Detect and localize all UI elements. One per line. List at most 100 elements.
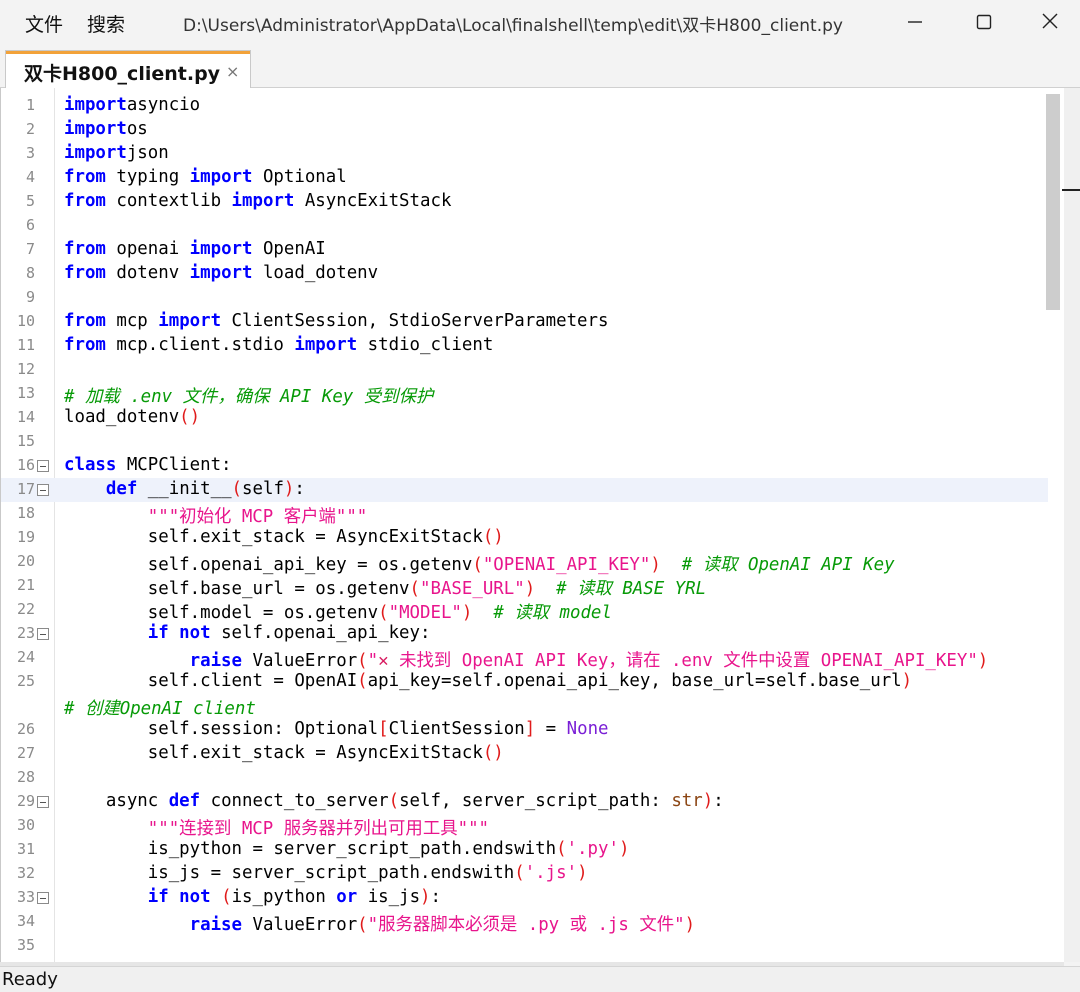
code-line[interactable]: 11 from mcp.client.stdio import stdio_cli… (1, 334, 1048, 358)
code-line[interactable]: 13 # 加载 .env 文件，确保 API Key 受到保护 (1, 382, 1048, 408)
code-line[interactable]: 26 self.session: Optional[ClientSession]… (1, 718, 1048, 742)
scroll-marker (1062, 189, 1080, 191)
code-line[interactable]: 10 from mcp import ClientSession, StdioSe… (1, 310, 1048, 334)
code-line[interactable]: 25 self.client = OpenAI(api_key=self.ope… (1, 670, 1048, 694)
code-text: # 加载 .env 文件，确保 API Key 受到保护 (64, 383, 433, 408)
vertical-scrollbar-thumb[interactable] (1046, 94, 1060, 310)
code-text: if not (is_python or is_js): (64, 887, 441, 907)
code-line[interactable]: 23 if not self.openai_api_key: (1, 622, 1048, 646)
code-line[interactable]: 21 self.base_url = os.getenv("BASE_URL")… (1, 574, 1048, 599)
code-line[interactable]: 30 """连接到 MCP 服务器并列出可用工具""" (1, 814, 1048, 840)
line-number: 6 (25, 216, 35, 234)
tab-file[interactable]: 双卡H800_client.py × (5, 50, 251, 90)
code-line[interactable]: 17 def __init__(self): (1, 478, 1048, 502)
code-token: ( (409, 579, 420, 599)
code-token: import (189, 167, 253, 187)
line-number: 3 (25, 144, 35, 162)
code-line[interactable]: 14 load_dotenv() (1, 406, 1048, 430)
code-token: ) (977, 651, 989, 671)
code-line[interactable]: 18 """初始化 MCP 客户端""" (1, 502, 1048, 527)
maximize-button[interactable] (967, 8, 1001, 36)
code-line[interactable]: 1 importasyncio (1, 94, 1048, 118)
fold-toggle-icon[interactable] (37, 628, 49, 640)
code-line[interactable]: 15 (1, 430, 1048, 454)
code-line[interactable]: 33 if not (is_python or is_js): (1, 886, 1048, 910)
code-token: is_js = server_script_path.endswith (64, 863, 515, 883)
line-number: 35 (16, 936, 35, 954)
code-token: self.openai_api_key = os.getenv (64, 555, 473, 575)
code-line[interactable]: 3 importjson (1, 142, 1048, 166)
code-line[interactable]: 29 async def connect_to_server(self, ser… (1, 790, 1048, 814)
code-line[interactable]: 34 raise ValueError("服务器脚本必须是 .py 或 .js … (1, 910, 1048, 935)
error-cross-icon: ✕ (378, 651, 389, 671)
code-line[interactable]: 12 (1, 358, 1048, 382)
code-token: # 读取 model (493, 603, 612, 623)
code-text: """连接到 MCP 服务器并列出可用工具""" (64, 815, 489, 840)
code-token: import (64, 95, 127, 115)
line-number: 5 (25, 192, 35, 210)
code-line[interactable]: 24 raise ValueError("✕ 未找到 OpenAI API Ke… (1, 646, 1048, 671)
code-line[interactable]: 7 from openai import OpenAI (1, 238, 1048, 262)
code-token: mcp.client.stdio (105, 335, 295, 355)
fold-toggle-icon[interactable] (37, 892, 49, 904)
line-number: 23 (16, 624, 35, 642)
code-line[interactable]: 16 class MCPClient: (1, 454, 1048, 478)
code-line[interactable]: 20 self.openai_api_key = os.getenv("OPEN… (1, 550, 1048, 575)
fold-toggle-icon[interactable] (37, 796, 49, 808)
minimize-button[interactable] (898, 8, 932, 36)
line-number: 7 (25, 240, 35, 258)
tab-close-icon[interactable]: × (226, 62, 239, 81)
code-token: ( (357, 651, 368, 671)
menu-file[interactable]: 文件 (25, 10, 63, 37)
code-text: importos (64, 119, 148, 139)
code-line[interactable]: 9 (1, 286, 1048, 310)
code-text: self.session: Optional[ClientSession] = … (64, 719, 609, 739)
code-token: ) (420, 887, 431, 907)
code-line[interactable]: 5 from contextlib import AsyncExitStack (1, 190, 1048, 214)
vertical-scrollbar[interactable] (1064, 88, 1080, 962)
code-token: [ (378, 719, 389, 739)
line-number: 13 (16, 384, 35, 402)
code-token: = (535, 719, 567, 739)
code-line[interactable]: 35 (1, 934, 1048, 958)
line-number: 24 (16, 648, 35, 666)
code-editor[interactable]: 1 importasyncio 2 importos 3 importjson 4 from … (0, 88, 1064, 962)
code-line[interactable]: 31 is_python = server_script_path.endswi… (1, 838, 1048, 862)
fold-toggle-icon[interactable] (37, 460, 49, 472)
code-text: from typing import Optional (64, 167, 347, 187)
code-line[interactable]: 22 self.model = os.getenv("MODEL") # 读取 … (1, 598, 1048, 623)
code-text: self.exit_stack = AsyncExitStack() (64, 743, 504, 763)
code-token: ( (472, 555, 483, 575)
code-token: ) (901, 671, 913, 691)
close-button[interactable] (1033, 8, 1067, 36)
code-line[interactable]: 8 from dotenv import load_dotenv (1, 262, 1048, 286)
code-line[interactable]: 2 importos (1, 118, 1048, 142)
code-token: ) (618, 839, 630, 859)
code-line[interactable]: 6 (1, 214, 1048, 238)
code-token: def (105, 479, 138, 499)
code-token: from (64, 239, 106, 259)
code-line[interactable]: 19 self.exit_stack = AsyncExitStack() (1, 526, 1048, 550)
title-bar: 文件 搜索 D:\Users\Administrator\AppData\Loc… (0, 0, 1080, 46)
line-number: 25 (16, 672, 35, 690)
menu-search[interactable]: 搜索 (87, 10, 125, 37)
line-number: 30 (16, 816, 35, 834)
code-token: from (64, 191, 106, 211)
code-line[interactable]: 28 (1, 766, 1048, 790)
code-token: from (64, 263, 106, 283)
code-text: self.exit_stack = AsyncExitStack() (64, 527, 504, 547)
code-area[interactable]: 1 importasyncio 2 importos 3 importjson 4 from … (1, 94, 1048, 958)
code-text: importasyncio (64, 95, 200, 115)
code-line[interactable]: 32 is_js = server_script_path.endswith('… (1, 862, 1048, 886)
fold-toggle-icon[interactable] (37, 484, 49, 496)
code-line[interactable]: # 创建OpenAI client (1, 694, 1048, 719)
status-bar: Ready (0, 966, 1080, 992)
code-line[interactable]: 4 from typing import Optional (1, 166, 1048, 190)
code-token: asyncio (126, 95, 201, 115)
code-token: Optional (252, 167, 347, 187)
code-line[interactable]: 27 self.exit_stack = AsyncExitStack() (1, 742, 1048, 766)
line-number: 32 (16, 864, 35, 882)
